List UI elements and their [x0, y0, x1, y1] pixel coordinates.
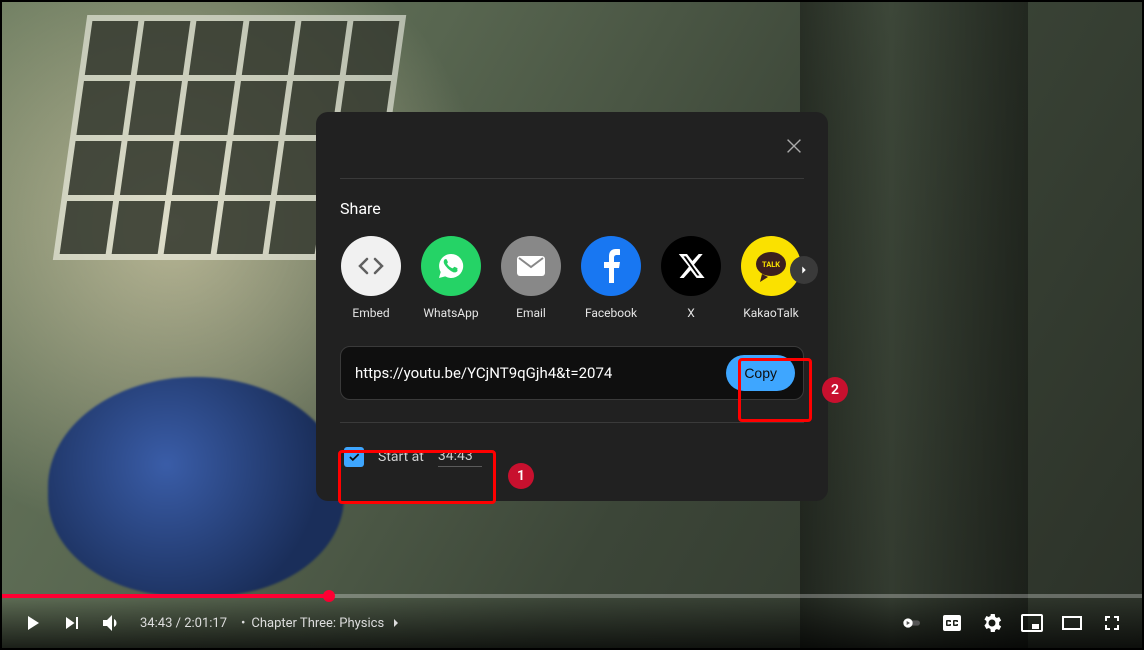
share-target-x[interactable]: X	[660, 236, 722, 320]
bg-blue-object	[48, 377, 344, 597]
close-icon	[783, 135, 805, 157]
share-next-button[interactable]	[790, 256, 818, 284]
start-at-time[interactable]: 34:43	[438, 448, 482, 467]
theater-button[interactable]	[1052, 603, 1092, 643]
current-time: 34:43	[140, 616, 172, 631]
next-button[interactable]	[52, 603, 92, 643]
autoplay-toggle[interactable]	[892, 603, 932, 643]
share-dialog: Share Embed WhatsApp Email Facebook X TALK Kak…	[316, 112, 828, 501]
share-target-label: Embed	[352, 306, 389, 320]
embed-icon	[341, 236, 401, 296]
play-button[interactable]	[12, 603, 52, 643]
share-target-whatsapp[interactable]: WhatsApp	[420, 236, 482, 320]
chevron-right-icon	[388, 615, 404, 631]
gear-icon	[980, 611, 1004, 635]
share-target-label: Email	[516, 306, 546, 320]
share-title: Share	[340, 199, 804, 218]
time-display: 34:43 / 2:01:17	[140, 616, 227, 631]
miniplayer-icon	[1020, 611, 1044, 635]
miniplayer-button[interactable]	[1012, 603, 1052, 643]
captions-icon	[940, 611, 964, 635]
player-controls: 34:43 / 2:01:17 • Chapter Three: Physics	[2, 598, 1142, 648]
copy-button[interactable]: Copy	[726, 355, 795, 391]
chapter-button[interactable]: Chapter Three: Physics	[251, 615, 404, 631]
start-at-checkbox[interactable]	[344, 447, 364, 467]
fullscreen-icon	[1100, 611, 1124, 635]
start-at-row: Start at 34:43	[340, 441, 492, 473]
close-button[interactable]	[774, 126, 814, 166]
share-url-row: https://youtu.be/YCjNT9qGjh4&t=2074 Copy	[340, 346, 804, 400]
volume-icon	[100, 611, 124, 635]
play-icon	[20, 611, 44, 635]
settings-button[interactable]	[972, 603, 1012, 643]
next-icon	[60, 611, 84, 635]
fullscreen-button[interactable]	[1092, 603, 1132, 643]
autoplay-icon	[900, 611, 924, 635]
facebook-icon	[581, 236, 641, 296]
whatsapp-icon	[421, 236, 481, 296]
divider	[340, 178, 804, 179]
theater-icon	[1060, 611, 1084, 635]
email-icon	[501, 236, 561, 296]
x-icon	[661, 236, 721, 296]
share-target-email[interactable]: Email	[500, 236, 562, 320]
svg-text:TALK: TALK	[762, 260, 780, 269]
share-target-label: X	[687, 306, 695, 320]
chapter-label: Chapter Three: Physics	[251, 616, 384, 631]
share-target-facebook[interactable]: Facebook	[580, 236, 642, 320]
share-url-text[interactable]: https://youtu.be/YCjNT9qGjh4&t=2074	[355, 364, 726, 382]
duration: 2:01:17	[184, 616, 227, 631]
volume-button[interactable]	[92, 603, 132, 643]
divider	[340, 422, 804, 423]
check-icon	[347, 450, 361, 464]
captions-button[interactable]	[932, 603, 972, 643]
share-target-embed[interactable]: Embed	[340, 236, 402, 320]
share-target-label: KakaoTalk	[743, 306, 799, 320]
bullet: •	[241, 616, 245, 631]
share-targets-row: Embed WhatsApp Email Facebook X TALK KakaoTalk	[316, 236, 828, 320]
bg-pillar	[800, 2, 1028, 648]
chevron-right-icon	[797, 263, 811, 277]
share-target-label: WhatsApp	[423, 306, 478, 320]
start-at-label: Start at	[378, 449, 424, 465]
share-target-label: Facebook	[585, 306, 637, 320]
